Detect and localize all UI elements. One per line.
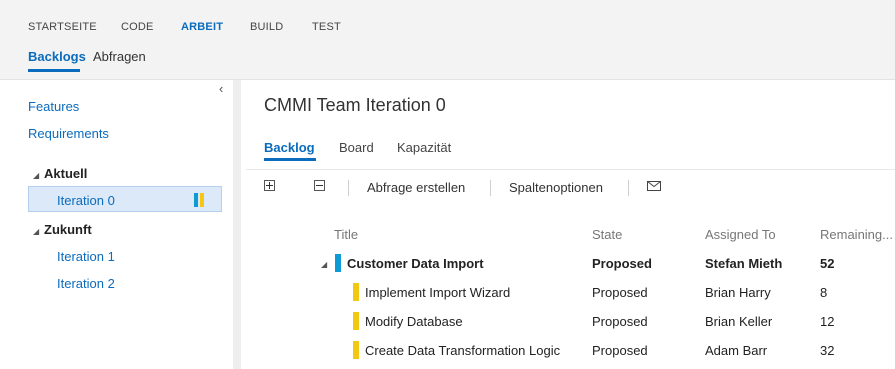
- hub-arbeit[interactable]: ARBEIT: [181, 21, 223, 33]
- left-panel: [0, 80, 233, 369]
- toolbar-divider: [628, 180, 629, 196]
- column-header-title[interactable]: Title: [334, 227, 358, 242]
- row-remaining: 52: [820, 256, 835, 271]
- row-title[interactable]: Customer Data Import: [347, 256, 484, 271]
- subnav-abfragen[interactable]: Abfragen: [93, 49, 146, 64]
- task-color-bar: [353, 341, 359, 359]
- hub-build[interactable]: BUILD: [250, 21, 283, 33]
- row-title[interactable]: Create Data Transformation Logic: [365, 343, 560, 358]
- row-collapse-icon[interactable]: ◢: [321, 260, 327, 269]
- tab-divider: [246, 169, 895, 170]
- row-assigned-to: Stefan Mieth: [705, 256, 783, 271]
- task-color-bar: [353, 312, 359, 330]
- iteration-2-link[interactable]: Iteration 2: [57, 276, 115, 291]
- row-remaining: 12: [820, 314, 835, 329]
- column-header-state[interactable]: State: [592, 227, 622, 242]
- column-header-remaining[interactable]: Remaining...: [820, 227, 893, 242]
- tab-active-indicator: [264, 158, 316, 161]
- subnav-backlogs[interactable]: Backlogs: [28, 49, 86, 64]
- task-color-indicator: [200, 193, 204, 207]
- row-title[interactable]: Implement Import Wizard: [365, 285, 510, 300]
- collapse-all-icon[interactable]: [314, 180, 325, 191]
- row-state: Proposed: [592, 314, 648, 329]
- iteration-1-link[interactable]: Iteration 1: [57, 249, 115, 264]
- requirement-color-indicator: [194, 193, 198, 207]
- toolbar-divider: [348, 180, 349, 196]
- tab-backlog[interactable]: Backlog: [264, 140, 315, 155]
- create-query-button[interactable]: Abfrage erstellen: [367, 180, 465, 195]
- row-assigned-to: Adam Barr: [705, 343, 768, 358]
- row-assigned-to: Brian Keller: [705, 314, 773, 329]
- expand-all-icon[interactable]: [264, 180, 275, 191]
- row-state: Proposed: [592, 343, 648, 358]
- column-options-button[interactable]: Spaltenoptionen: [509, 180, 603, 195]
- hub-startseite[interactable]: STARTSEITE: [28, 21, 97, 33]
- row-remaining: 8: [820, 285, 828, 300]
- iteration-0-label: Iteration 0: [57, 193, 115, 208]
- nav-requirements-link[interactable]: Requirements: [28, 126, 109, 141]
- column-header-assigned-to[interactable]: Assigned To: [705, 227, 776, 242]
- group-expand-icon[interactable]: ◢: [33, 227, 39, 236]
- tab-kapazitaet[interactable]: Kapazität: [397, 140, 451, 155]
- row-title[interactable]: Modify Database: [365, 314, 463, 329]
- group-aktuell[interactable]: Aktuell: [44, 166, 87, 181]
- top-navigation: STARTSEITE CODE ARBEIT BUILD TEST Backlo…: [0, 0, 895, 80]
- mail-icon[interactable]: [647, 181, 661, 191]
- hub-test[interactable]: TEST: [312, 21, 341, 33]
- panel-splitter[interactable]: [233, 80, 241, 369]
- hub-code[interactable]: CODE: [121, 21, 154, 33]
- row-state: Proposed: [592, 285, 648, 300]
- page-title: CMMI Team Iteration 0: [264, 95, 446, 115]
- task-color-bar: [353, 283, 359, 301]
- collapse-panel-icon[interactable]: ‹: [219, 81, 223, 96]
- requirement-color-bar: [335, 254, 341, 272]
- row-remaining: 32: [820, 343, 835, 358]
- nav-features-link[interactable]: Features: [28, 99, 79, 114]
- row-state: Proposed: [592, 256, 652, 271]
- subnav-active-indicator: [28, 69, 80, 72]
- tab-board[interactable]: Board: [339, 140, 374, 155]
- toolbar-divider: [490, 180, 491, 196]
- group-expand-icon[interactable]: ◢: [33, 171, 39, 180]
- row-assigned-to: Brian Harry: [705, 285, 771, 300]
- iteration-0-item[interactable]: Iteration 0: [28, 186, 222, 212]
- group-zukunft[interactable]: Zukunft: [44, 222, 92, 237]
